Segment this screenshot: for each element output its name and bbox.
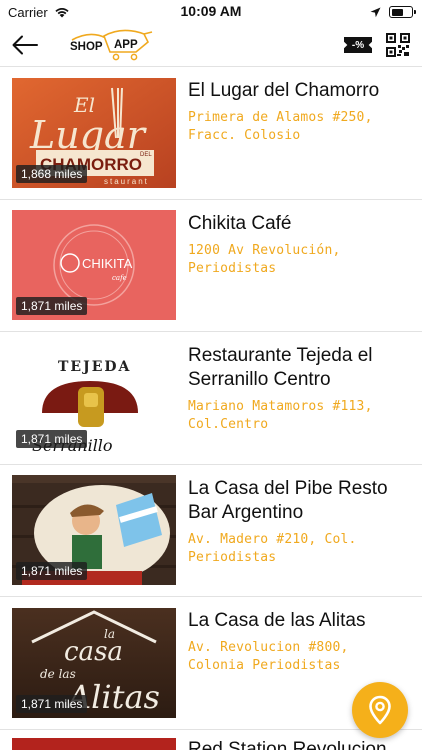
battery-icon — [389, 6, 416, 18]
list-item[interactable]: CHIKITA cafe 1,871 miles Chikita Café 12… — [0, 200, 422, 332]
restaurant-info: El Lugar del Chamorro Primera de Alamos … — [188, 67, 422, 145]
list-item[interactable]: El Lugar DEL CHAMORRO staurant 1,868 mil… — [0, 67, 422, 200]
location-arrow-icon — [370, 7, 381, 17]
list-item[interactable]: 1,871 miles La Casa del Pibe Resto Bar A… — [0, 465, 422, 597]
restaurant-address: Mariano Matamoros #113, Col.Centro — [188, 399, 373, 432]
restaurant-image: la casa de las Alitas 1,871 miles — [12, 607, 176, 718]
map-pin-icon — [369, 695, 391, 725]
restaurant-name: La Casa de las Alitas — [188, 610, 366, 631]
restaurant-image: 1,871 miles — [12, 475, 176, 586]
back-button[interactable] — [12, 31, 40, 59]
image-text: TEJEDA — [58, 359, 131, 375]
distance-badge: 1,871 miles — [16, 429, 88, 448]
restaurant-list: El Lugar DEL CHAMORRO staurant 1,868 mil… — [0, 67, 422, 750]
status-left: Carrier — [8, 5, 70, 20]
status-bar: Carrier 10:09 AM — [0, 0, 422, 24]
image-text: staurant — [104, 177, 149, 186]
navbar: SHOP APP -% — [0, 24, 422, 66]
discount-button[interactable]: -% — [344, 37, 372, 53]
restaurant-name: La Casa del Pibe Resto Bar Argentino — [188, 477, 388, 523]
image-text: cafe — [112, 274, 127, 282]
restaurant-image — [12, 737, 176, 750]
restaurant-info: Chikita Café 1200 Av Revolución, Periodi… — [188, 200, 422, 278]
logo-text-shop: SHOP — [70, 41, 103, 53]
restaurant-image: TEJEDA Serranillo 1,871 miles — [12, 342, 176, 453]
shopapp-logo: SHOP APP — [70, 28, 154, 62]
restaurant-image: CHIKITA cafe 1,871 miles — [12, 210, 176, 321]
distance-badge: 1,871 miles — [16, 694, 88, 713]
logo-text-app: APP — [114, 39, 138, 51]
restaurant-info: Restaurante Tejeda el Serranillo Centro … — [188, 332, 422, 434]
restaurant-image: El Lugar DEL CHAMORRO staurant 1,868 mil… — [12, 77, 176, 188]
back-arrow-icon — [12, 35, 38, 55]
restaurant-address: Primera de Alamos #250, Fracc. Colosio — [188, 110, 373, 143]
restaurant-name: El Lugar del Chamorro — [188, 80, 380, 101]
restaurant-address: Av. Madero #210, Col. Periodistas — [188, 531, 357, 565]
qr-code-icon[interactable] — [386, 33, 410, 57]
restaurant-address: 1200 Av Revolución, Periodistas — [188, 242, 341, 276]
restaurant-info: La Casa de las Alitas Av. Revolucion #80… — [188, 597, 422, 675]
restaurant-name: Restaurante Tejeda el Serranillo Centro — [188, 345, 373, 390]
list-item[interactable]: TEJEDA Serranillo 1,871 miles Restaurant… — [0, 332, 422, 465]
image-text: casa — [64, 637, 123, 667]
map-location-button[interactable] — [352, 682, 408, 738]
carrier-label: Carrier — [8, 4, 48, 20]
image-text: CHIKITA — [82, 256, 133, 271]
distance-badge: 1,871 miles — [16, 562, 88, 581]
distance-badge: 1,871 miles — [16, 297, 88, 316]
nav-actions: -% — [344, 33, 410, 57]
restaurant-address: Av. Revolucion #800, Colonia Periodistas — [188, 640, 349, 673]
restaurant-name: Red Station Revolucion — [188, 738, 387, 750]
status-right — [370, 6, 416, 18]
restaurant-info: La Casa del Pibe Resto Bar Argentino Av.… — [188, 465, 422, 567]
distance-badge: 1,868 miles — [16, 164, 88, 183]
wifi-icon — [55, 8, 69, 18]
list-item[interactable]: Red Station Revolucion — [0, 730, 422, 750]
restaurant-name: Chikita Café — [188, 212, 292, 234]
